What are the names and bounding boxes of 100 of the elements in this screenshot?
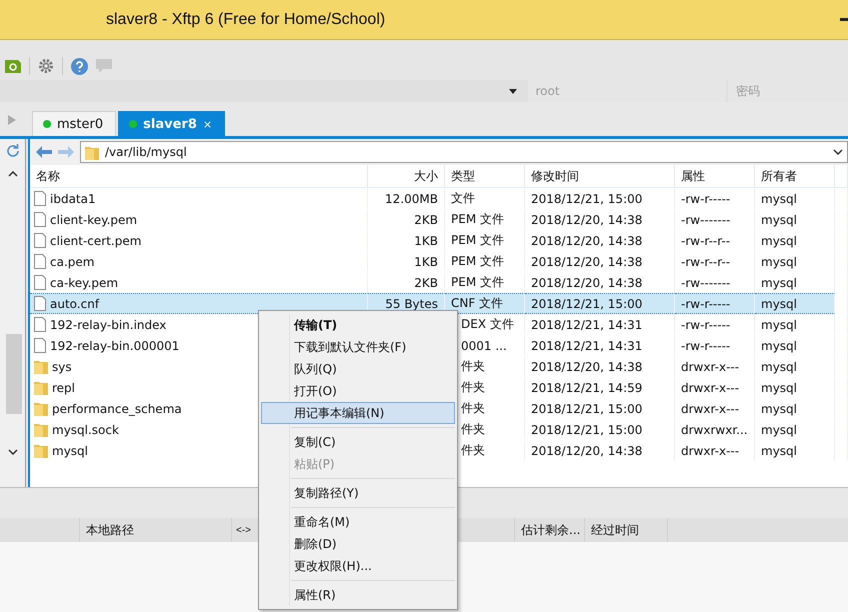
modified-cell: 2018/12/21, 14:31 xyxy=(525,335,675,356)
password-field[interactable]: 密码 xyxy=(728,80,848,102)
refresh-icon[interactable] xyxy=(4,143,20,159)
type-cell: PEM 文件 xyxy=(445,209,525,230)
menu-item[interactable]: 复制路径(Y) xyxy=(261,482,455,504)
connect-icon[interactable] xyxy=(5,59,21,73)
modified-cell: 2018/12/21, 14:59 xyxy=(525,377,675,398)
file-icon xyxy=(34,275,46,290)
folder-icon xyxy=(34,359,48,374)
help-icon[interactable] xyxy=(71,58,88,74)
permissions-cell: drwxrwxr... xyxy=(675,419,755,440)
file-name: 192-relay-bin.000001 xyxy=(50,338,180,352)
permissions-cell: -rw-r--r-- xyxy=(675,230,755,251)
file-icon xyxy=(34,296,46,311)
folder-icon xyxy=(34,380,48,395)
owner-cell: mysql xyxy=(755,356,835,377)
permissions-cell: drwxr-x--- xyxy=(675,356,755,377)
owner-cell: mysql xyxy=(755,209,835,230)
window-title: slaver8 - Xftp 6 (Free for Home/School) xyxy=(106,10,386,28)
modified-cell: 2018/12/20, 14:38 xyxy=(525,230,675,251)
file-name: ca.pem xyxy=(50,254,94,268)
owner-cell: mysql xyxy=(755,419,835,440)
settings-icon[interactable] xyxy=(38,58,54,74)
file-icon xyxy=(34,254,46,269)
menu-item[interactable]: 删除(D) xyxy=(261,533,455,555)
file-name-cell[interactable]: ca.pem xyxy=(30,251,368,272)
username-field[interactable]: root xyxy=(528,80,726,102)
forward-icon[interactable] xyxy=(58,146,74,158)
file-name: performance_schema xyxy=(52,402,182,416)
file-name: sys xyxy=(52,360,72,374)
size-cell: 1KB xyxy=(368,230,445,251)
file-name: ibdata1 xyxy=(50,192,96,206)
permissions-cell: -rw-r--r-- xyxy=(675,251,755,272)
modified-cell: 2018/12/21, 15:00 xyxy=(525,398,675,419)
size-cell: 12.00MB xyxy=(368,188,445,209)
dropdown-caret-icon[interactable] xyxy=(833,149,843,155)
owner-cell: mysql xyxy=(755,335,835,356)
owner-cell: mysql xyxy=(755,398,835,419)
modified-cell: 2018/12/20, 14:38 xyxy=(525,209,675,230)
column-header[interactable]: 名称 xyxy=(30,165,368,188)
size-cell: 2KB xyxy=(368,209,445,230)
owner-cell: mysql xyxy=(755,188,835,209)
type-cell: PEM 文件 xyxy=(445,230,525,251)
column-header[interactable]: 类型 xyxy=(445,165,525,188)
folder-icon xyxy=(34,443,48,458)
modified-cell: 2018/12/21, 14:31 xyxy=(525,314,675,335)
path-field[interactable]: /var/lib/mysql xyxy=(80,141,848,163)
file-name: ca-key.pem xyxy=(50,276,118,290)
modified-cell: 2018/12/20, 14:38 xyxy=(525,356,675,377)
file-name: client-cert.pem xyxy=(50,234,142,248)
permissions-cell: -rw-r----- xyxy=(675,335,755,356)
type-cell: 文件 xyxy=(445,188,525,209)
file-name-cell[interactable]: ibdata1 xyxy=(30,188,368,209)
file-icon xyxy=(34,212,46,227)
folder-icon xyxy=(34,401,48,416)
owner-cell: mysql xyxy=(755,377,835,398)
size-cell: 1KB xyxy=(368,251,445,272)
file-name-cell[interactable]: client-cert.pem xyxy=(30,230,368,251)
back-icon[interactable] xyxy=(36,146,52,158)
tab-scroll-icon[interactable] xyxy=(8,115,16,125)
column-header[interactable]: 属性 xyxy=(675,165,755,188)
permissions-cell: -rw-r----- xyxy=(675,293,755,314)
menu-item[interactable]: 重命名(M) xyxy=(261,511,455,533)
column-header[interactable]: 所有者 xyxy=(755,165,835,188)
permissions-cell: -rw-r----- xyxy=(675,314,755,335)
file-icon xyxy=(34,317,46,332)
folder-icon xyxy=(85,144,99,160)
scroll-up-icon[interactable] xyxy=(8,171,18,177)
menu-item[interactable]: 属性(R) xyxy=(261,584,455,606)
owner-cell: mysql xyxy=(755,440,835,461)
close-icon[interactable]: × xyxy=(202,118,212,130)
type-cell: PEM 文件 xyxy=(445,251,525,272)
file-name: mysql xyxy=(52,444,88,458)
owner-cell: mysql xyxy=(755,314,835,335)
owner-cell: mysql xyxy=(755,293,835,314)
session-tab[interactable]: slaver8 × xyxy=(118,111,226,136)
scroll-down-icon[interactable] xyxy=(8,449,18,455)
file-name: 192-relay-bin.index xyxy=(50,318,166,332)
modified-cell: 2018/12/20, 14:38 xyxy=(525,440,675,461)
type-cell: CNF 文件 xyxy=(445,293,525,314)
modified-cell: 2018/12/21, 15:00 xyxy=(525,419,675,440)
menu-item[interactable]: 用记事本编辑(N) xyxy=(261,402,455,424)
file-icon xyxy=(34,191,46,206)
owner-cell: mysql xyxy=(755,230,835,251)
file-name: repl xyxy=(52,380,76,394)
file-icon xyxy=(34,233,46,248)
column-header[interactable]: 大小 xyxy=(368,165,445,188)
modified-cell: 2018/12/21, 15:00 xyxy=(525,293,675,314)
file-name-cell[interactable]: auto.cnf xyxy=(30,293,368,314)
column-header[interactable]: 修改时间 xyxy=(525,165,675,188)
scrollbar-thumb[interactable] xyxy=(6,334,22,414)
permissions-cell: drwxr-x--- xyxy=(675,440,755,461)
file-name: client-key.pem xyxy=(50,212,138,226)
session-tab[interactable]: mster0 xyxy=(32,111,116,136)
menu-item[interactable]: 更改权限(H)... xyxy=(261,555,455,577)
owner-cell: mysql xyxy=(755,251,835,272)
modified-cell: 2018/12/21, 15:00 xyxy=(525,188,675,209)
file-name: auto.cnf xyxy=(50,296,100,310)
permissions-cell: -rw------- xyxy=(675,209,755,230)
file-name-cell[interactable]: client-key.pem xyxy=(30,209,368,230)
